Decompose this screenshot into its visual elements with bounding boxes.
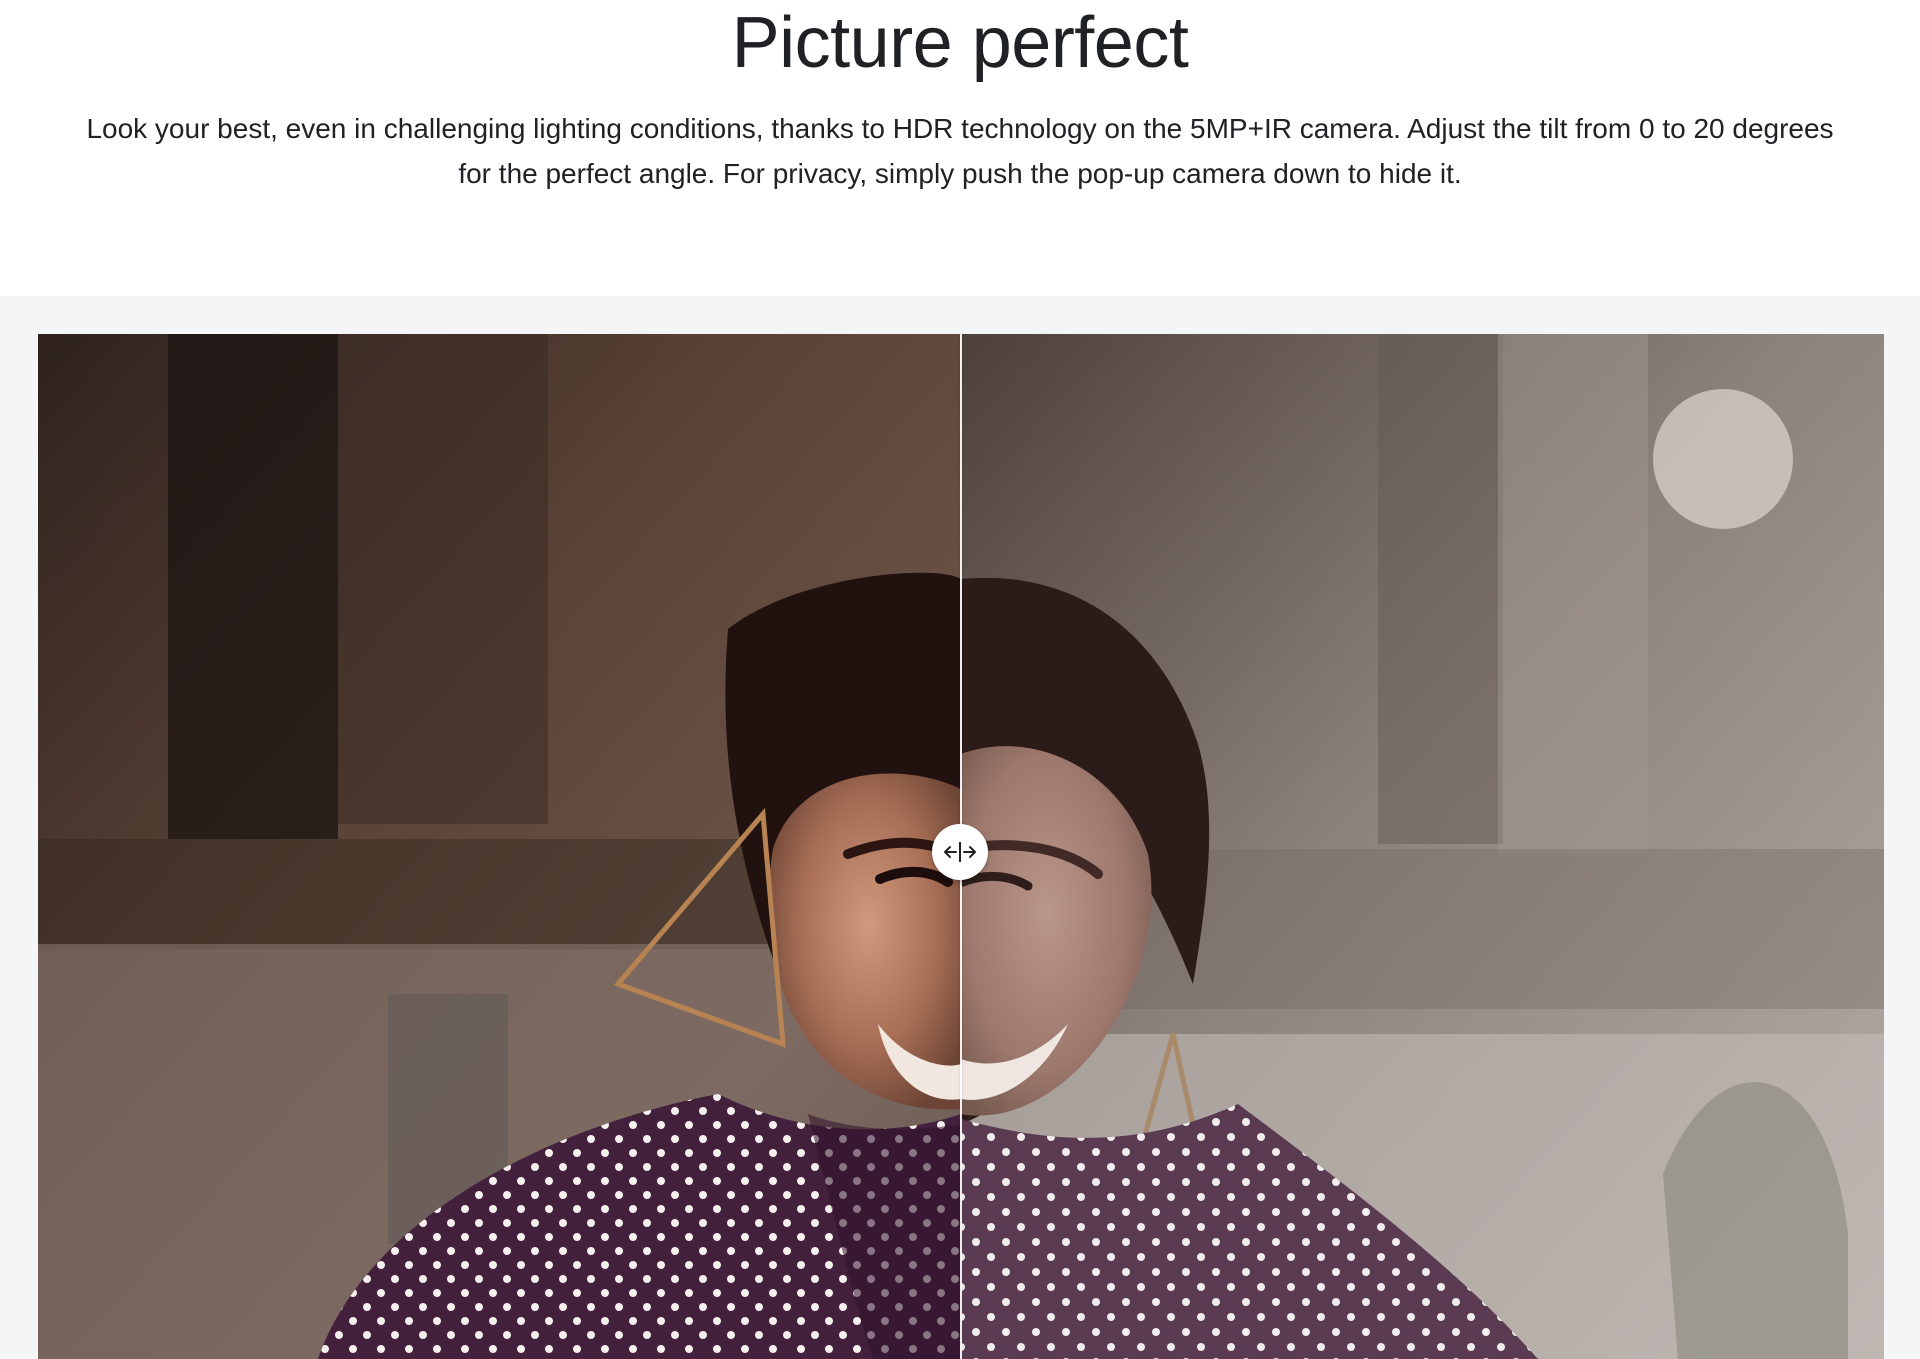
section-header: Picture perfect Look your best, even in … xyxy=(0,0,1920,296)
comparison-slider-handle[interactable] xyxy=(932,824,988,880)
section-description: Look your best, even in challenging ligh… xyxy=(86,113,1834,189)
before-after-image-comparison[interactable] xyxy=(38,334,1884,1359)
product-camera-section: Picture perfect Look your best, even in … xyxy=(0,0,1920,1359)
section-title: Picture perfect xyxy=(731,3,1189,83)
left-right-arrows-icon xyxy=(944,842,976,862)
